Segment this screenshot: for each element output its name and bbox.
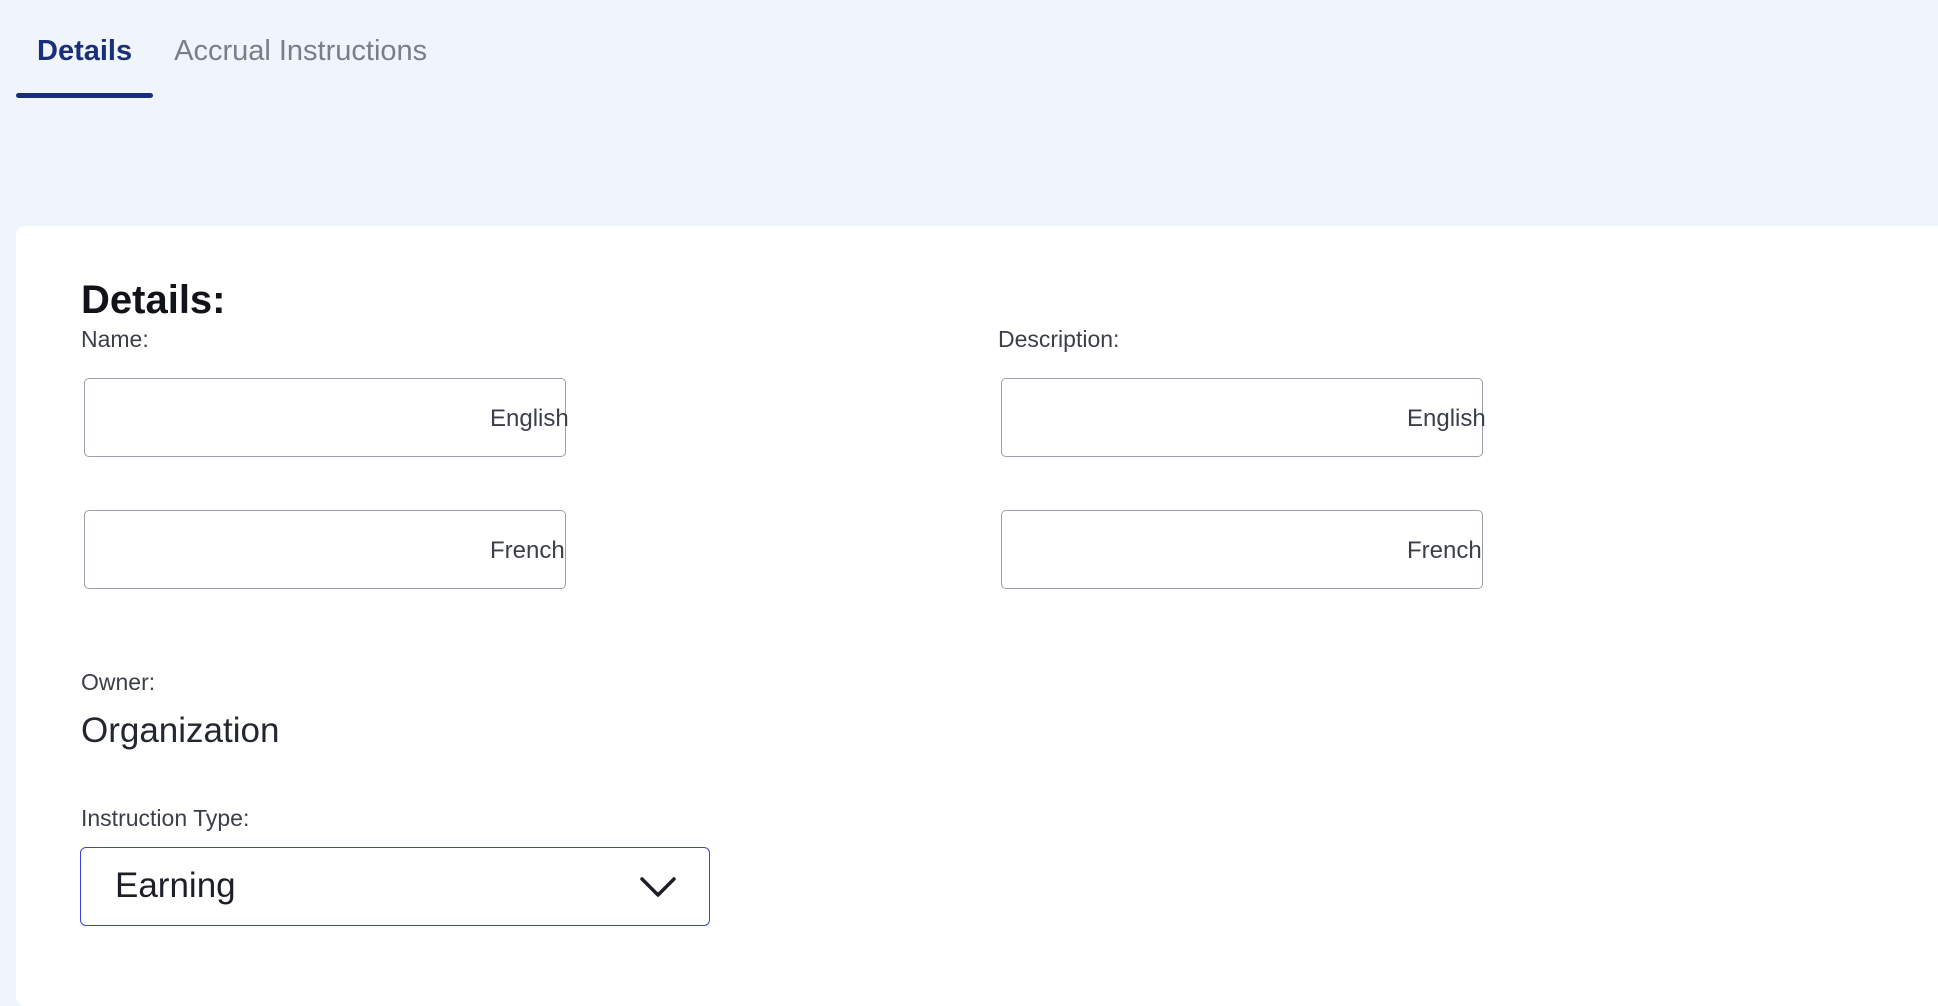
name-french-label: French [490, 537, 565, 564]
details-card: Details: Name: English French Descriptio… [16, 226, 1938, 1006]
instruction-type-label: Instruction Type: [81, 805, 250, 831]
description-french-label: French [1407, 537, 1482, 564]
chevron-down-icon[interactable] [637, 868, 679, 906]
owner-value: Organization [81, 711, 280, 750]
instruction-type-value: Earning [115, 866, 236, 905]
tab-details[interactable]: Details [16, 30, 154, 98]
name-label: Name: [81, 326, 149, 352]
name-english-label: English [490, 405, 569, 432]
instruction-type-select[interactable]: Earning [80, 847, 710, 926]
description-label: Description: [998, 326, 1120, 352]
tab-bar: Details Accrual Instructions [16, 30, 448, 98]
section-title: Details: [81, 278, 226, 322]
owner-label: Owner: [81, 669, 156, 695]
tab-accrual-instructions[interactable]: Accrual Instructions [153, 30, 448, 98]
description-english-label: English [1407, 405, 1486, 432]
